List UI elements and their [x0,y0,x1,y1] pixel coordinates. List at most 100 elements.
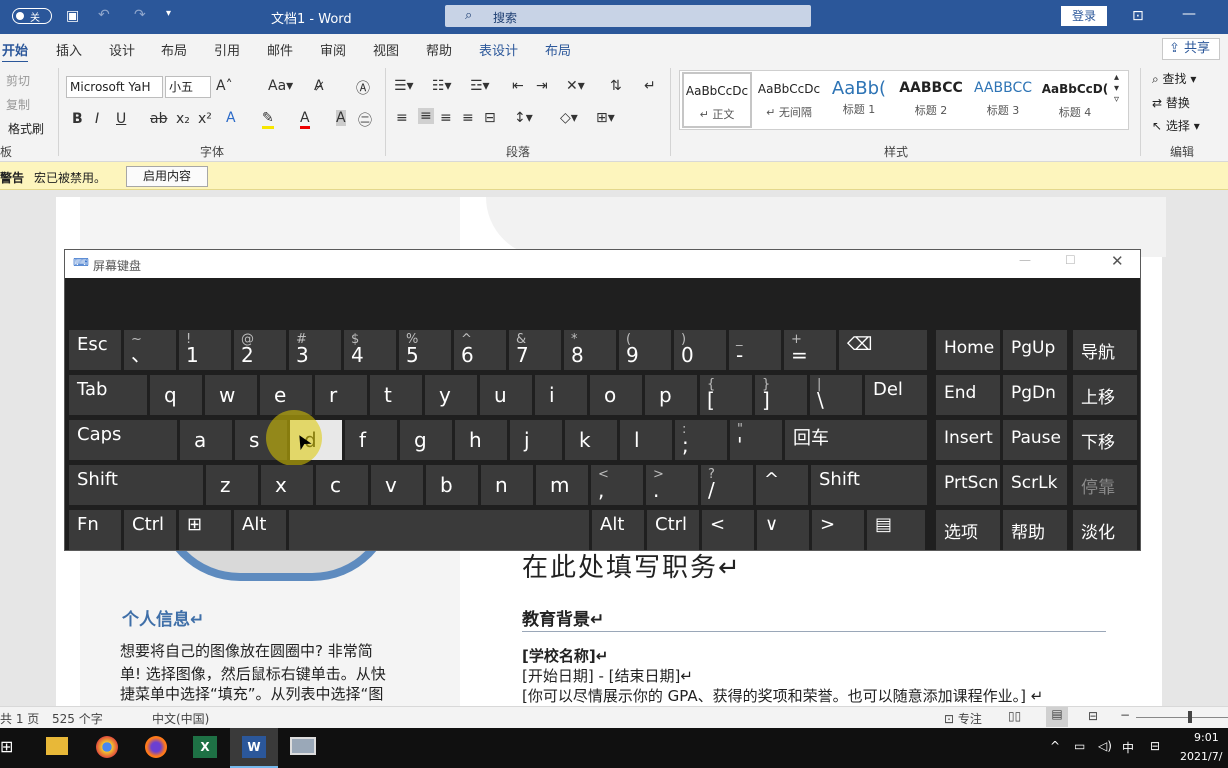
osk-taskbar-icon[interactable] [290,737,316,755]
key-fn[interactable]: Fn [69,510,121,550]
strikethrough-icon[interactable]: ab [150,111,167,127]
autosave-toggle[interactable]: 关 [12,8,52,24]
language[interactable]: 中文(中国) [152,710,209,727]
align-right-icon[interactable]: ≡ [440,110,452,126]
key-选项[interactable]: 选项 [936,510,1000,550]
key-m[interactable]: m [536,465,588,505]
key[interactable]: _ - [729,330,781,370]
key-停靠[interactable]: 停靠 [1073,465,1137,505]
ime-mode-icon[interactable]: ⊟ [1150,739,1160,753]
web-layout-icon[interactable]: ⊟ [1088,709,1098,723]
key-8[interactable]: * 8 [564,330,616,370]
replace-button[interactable]: ⇄ 替换 [1152,94,1190,111]
key-ctrl[interactable]: Ctrl [124,510,176,550]
key[interactable]: :; [675,420,727,460]
sort-icon[interactable]: ⇅ [610,78,622,94]
key-shift[interactable]: Shift [811,465,927,505]
key-j[interactable]: j [510,420,562,460]
network-icon[interactable]: ▭ [1074,739,1085,753]
key-x[interactable]: x [261,465,313,505]
bullets-icon[interactable]: ☰▾ [394,78,414,94]
key-end[interactable]: End [936,375,1000,415]
key-enter[interactable]: 回车 [785,420,927,460]
font-size-select[interactable]: 小五 [165,76,211,98]
key-b[interactable]: b [426,465,478,505]
key-上移[interactable]: 上移 [1073,375,1137,415]
style-heading-3[interactable]: AABBCC 标题 3 [968,72,1038,128]
key-shift[interactable]: Shift [69,465,203,505]
word-count[interactable]: 525 个字 [52,710,103,727]
close-icon[interactable]: ✕ [1111,252,1124,270]
key-p[interactable]: p [645,375,697,415]
minimize-icon[interactable]: — [1019,253,1031,267]
key-prtscn[interactable]: PrtScn [936,465,1000,505]
clock-date[interactable]: 2021/7/ [1180,750,1222,763]
start-icon[interactable]: ⊞ [0,737,13,756]
style-normal[interactable]: AaBbCcDc ↵ 正文 [682,72,752,128]
char-shading-icon[interactable]: A [336,110,346,126]
save-icon[interactable]: ▣ [66,8,79,24]
key-1[interactable]: ! 1 [179,330,231,370]
tab-table-layout[interactable]: 布局 [545,40,571,59]
key-帮助[interactable]: 帮助 [1003,510,1067,550]
key-esc[interactable]: Esc [69,330,121,370]
key-0[interactable]: ) 0 [674,330,726,370]
italic-icon[interactable]: I [95,111,99,127]
key-k[interactable]: k [565,420,617,460]
undo-icon[interactable]: ↶ [98,7,110,23]
key[interactable]: ? / [701,465,753,505]
grow-font-icon[interactable]: A˄ [216,78,233,94]
ribbon-display-icon[interactable]: ⊡ [1132,8,1144,24]
key-insert[interactable]: Insert [936,420,1000,460]
key-v[interactable]: v [371,465,423,505]
key-pause[interactable]: Pause [1003,420,1067,460]
style-heading-4[interactable]: AaBbCcD(标题 4 [1040,72,1110,128]
key-7[interactable]: & 7 [509,330,561,370]
key-menu[interactable]: ▤ [867,510,925,550]
copy-button[interactable]: 复制 [6,96,30,113]
change-case-icon[interactable]: Aa▾ [268,78,293,94]
key-o[interactable]: o [590,375,642,415]
cut-button[interactable]: 剪切 [6,72,30,89]
key-g[interactable]: g [400,420,452,460]
key-y[interactable]: y [425,375,477,415]
key-c[interactable]: c [316,465,368,505]
tab-home[interactable]: 开始 [2,40,29,63]
key[interactable]: " ' [730,420,782,460]
key-w[interactable]: w [205,375,257,415]
volume-icon[interactable]: ◁) [1098,739,1112,753]
tab-insert[interactable]: 插入 [56,40,82,59]
key-2[interactable]: @2 [234,330,286,370]
key-r[interactable]: r [315,375,367,415]
tab-view[interactable]: 视图 [373,40,399,59]
key-d[interactable]: d➤ [266,410,342,466]
key-home[interactable]: Home [936,330,1000,370]
char-border-icon[interactable]: Ⓐ [356,78,370,98]
firefox-icon[interactable] [145,736,167,758]
key-z[interactable]: z [206,465,258,505]
ime-indicator[interactable]: 中 [1122,739,1134,756]
align-left-icon[interactable]: ≡ [396,110,408,126]
key-h[interactable]: h [455,420,507,460]
key-caps-lock[interactable]: Caps [69,420,177,460]
subscript-icon[interactable]: x₂ [176,111,190,127]
key-e[interactable]: e [260,375,312,415]
font-color-icon[interactable]: A [300,110,310,129]
distribute-icon[interactable]: ⊟ [484,110,496,126]
excel-icon[interactable]: X [193,736,217,758]
tab-layout[interactable]: 布局 [161,40,187,59]
justify-icon[interactable]: ≡ [462,110,474,126]
find-button[interactable]: ⌕ 查找 ▾ [1152,70,1196,87]
chevron-up-icon[interactable]: ^ [1050,739,1060,753]
shading-icon[interactable]: ◇▾ [560,110,578,126]
highlight-icon[interactable]: ✎ [262,110,274,129]
key[interactable]: {[ [700,375,752,415]
key-up[interactable]: ^ [756,465,808,505]
minimize-icon[interactable]: — [1182,6,1196,22]
chrome-icon[interactable] [96,736,118,758]
key-a[interactable]: a [180,420,232,460]
key-5[interactable]: % 5 [399,330,451,370]
underline-icon[interactable]: U [116,111,126,127]
key-alt[interactable]: Alt [592,510,644,550]
line-spacing-icon[interactable]: ↕▾ [514,110,533,126]
